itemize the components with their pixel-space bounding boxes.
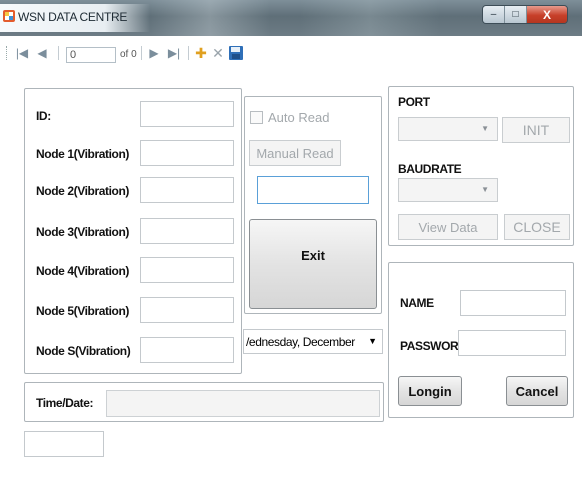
toolbar-separator (188, 46, 189, 60)
cancel-button[interactable]: Cancel (506, 376, 568, 406)
time-date-field[interactable] (106, 390, 380, 417)
node4-field[interactable] (140, 257, 234, 283)
baudrate-combo[interactable]: ▼ (398, 178, 498, 202)
window-title: WSN DATA CENTRE (18, 10, 128, 24)
maximize-button[interactable]: □ (505, 6, 527, 23)
chevron-down-icon: ▼ (481, 124, 489, 133)
move-next-button[interactable]: ▶ (146, 44, 162, 62)
init-button[interactable]: INIT (502, 117, 570, 143)
port-label: PORT (398, 95, 430, 109)
count-label: of 0 (120, 49, 137, 60)
minimize-button[interactable]: – (483, 6, 505, 23)
login-button[interactable]: Longin (398, 376, 462, 406)
date-picker-value: /ednesday, December (246, 335, 355, 349)
add-new-icon[interactable]: ✚ (192, 44, 210, 62)
port-combo[interactable]: ▼ (398, 117, 498, 141)
app-icon (3, 10, 15, 22)
delete-icon[interactable]: ✕ (210, 44, 226, 62)
titlebar-glare (150, 0, 270, 36)
position-input[interactable]: 0 (66, 47, 116, 63)
auto-read-label: Auto Read (268, 110, 330, 125)
exit-button[interactable]: Exit (249, 219, 377, 309)
node6-field[interactable] (140, 337, 234, 363)
name-field[interactable] (460, 290, 566, 316)
date-picker[interactable]: /ednesday, December ▼ (243, 329, 383, 354)
titlebar-glare (300, 0, 440, 36)
binding-navigator: |◀ ◀ 0 of 0 ▶ ▶| ✚ ✕ (0, 40, 582, 66)
toolbar-grip[interactable] (6, 46, 9, 60)
close-port-button[interactable]: CLOSE (504, 214, 570, 240)
password-label: PASSWORD (400, 339, 467, 353)
node6-label: Node S(Vibration) (36, 344, 131, 358)
close-window-button[interactable]: X (527, 6, 567, 23)
title-bar[interactable]: WSN DATA CENTRE – □ X (0, 0, 582, 36)
auto-read-checkbox[interactable] (250, 111, 263, 124)
move-first-button[interactable]: |◀ (12, 44, 32, 62)
move-last-button[interactable]: ▶| (164, 44, 184, 62)
chevron-down-icon[interactable]: ▼ (368, 336, 377, 346)
view-data-button[interactable]: View Data (398, 214, 498, 240)
node1-label: Node 1(Vibration) (36, 147, 129, 161)
chevron-down-icon: ▼ (481, 185, 489, 194)
id-label: ID: (36, 109, 51, 123)
toolbar-separator (58, 46, 59, 60)
name-label: NAME (400, 296, 434, 310)
time-date-label: Time/Date: (36, 396, 94, 410)
save-icon[interactable] (228, 45, 244, 61)
baudrate-label: BAUDRATE (398, 162, 462, 176)
node2-field[interactable] (140, 177, 234, 203)
read-value-field[interactable] (257, 176, 369, 204)
password-field[interactable] (458, 330, 566, 356)
manual-read-button[interactable]: Manual Read (249, 140, 341, 166)
node3-label: Node 3(Vibration) (36, 225, 129, 239)
node1-field[interactable] (140, 140, 234, 166)
node3-field[interactable] (140, 218, 234, 244)
toolbar-separator (141, 46, 142, 60)
status-field[interactable] (24, 431, 104, 457)
id-field[interactable] (140, 101, 234, 127)
node4-label: Node 4(Vibration) (36, 264, 129, 278)
node2-label: Node 2(Vibration) (36, 184, 129, 198)
node5-field[interactable] (140, 297, 234, 323)
node5-label: Node 5(Vibration) (36, 304, 129, 318)
move-previous-button[interactable]: ◀ (34, 44, 50, 62)
window-controls: – □ X (482, 5, 568, 24)
